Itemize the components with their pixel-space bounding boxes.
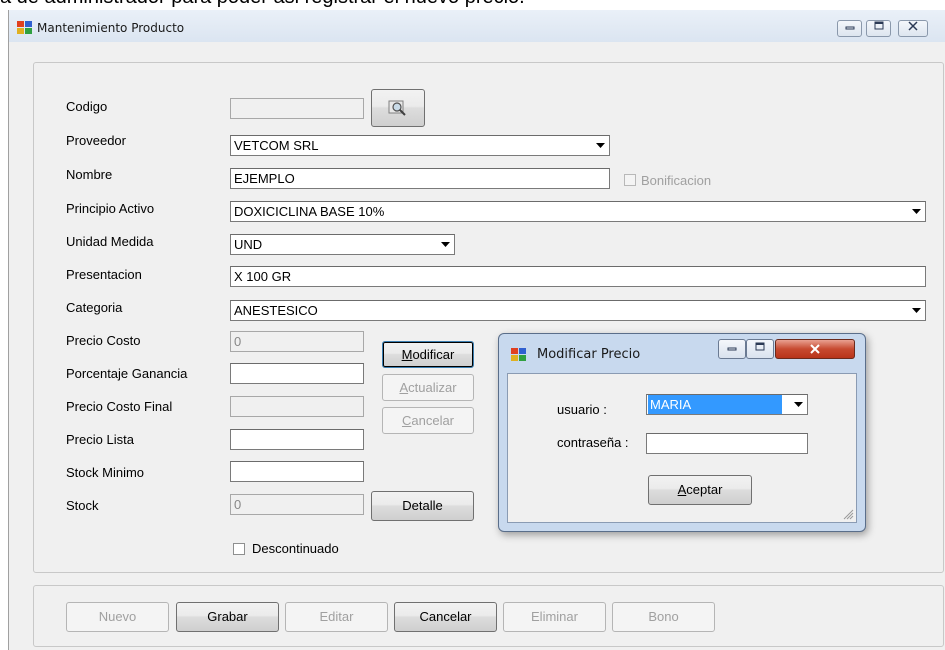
stock-label: Stock	[66, 498, 99, 513]
nombre-label: Nombre	[66, 167, 113, 182]
usuario-label: usuario :	[557, 402, 607, 417]
grabar-button[interactable]: Grabar	[176, 602, 279, 632]
cancelar-precio-button[interactable]: Cancelar	[382, 407, 474, 434]
unidad-medida-dropdown-arrow[interactable]	[438, 237, 452, 252]
usuario-value: MARIA	[648, 395, 782, 414]
cancelar-button[interactable]: Cancelar	[394, 602, 497, 632]
proveedor-combo[interactable]: VETCOM SRL	[230, 135, 610, 156]
eliminar-button[interactable]: Eliminar	[503, 602, 606, 632]
precio-lista-label: Precio Lista	[66, 432, 134, 447]
presentacion-field[interactable]: X 100 GR	[230, 266, 926, 287]
dialog-maximize-button[interactable]	[746, 339, 774, 359]
maximize-button[interactable]	[866, 20, 891, 37]
nuevo-button[interactable]: Nuevo	[66, 602, 169, 632]
categoria-value: ANESTESICO	[234, 303, 318, 318]
modificar-button[interactable]: Modificar	[382, 341, 474, 368]
unidad-medida-combo[interactable]: UND	[230, 234, 455, 255]
window-titlebar[interactable]: Mantenimiento Producto	[9, 10, 945, 42]
minimize-button[interactable]	[837, 20, 862, 37]
porcentaje-ganancia-label: Porcentaje Ganancia	[66, 366, 188, 381]
stock-field: 0	[230, 494, 364, 515]
unidad-medida-value: UND	[234, 237, 263, 252]
dialog-minimize-button[interactable]	[718, 339, 746, 359]
precio-costo-final-label: Precio Costo Final	[66, 399, 173, 414]
mantenimiento-producto-window: Mantenimiento Producto Codigo Proveedor …	[8, 10, 945, 650]
proveedor-dropdown-arrow[interactable]	[593, 138, 607, 153]
chevron-down-icon	[596, 143, 605, 148]
principio-activo-value: DOXICICLINA BASE 10%	[234, 204, 385, 219]
categoria-label: Categoria	[66, 300, 123, 315]
contrasena-label: contraseña :	[557, 435, 629, 450]
background-caption-text: a de administrador para poder asi regist…	[0, 0, 525, 9]
nombre-field[interactable]: EJEMPLO	[230, 168, 610, 189]
editar-button[interactable]: Editar	[285, 602, 388, 632]
precio-lista-field[interactable]	[230, 429, 364, 450]
bonificacion-label: Bonificacion	[641, 173, 712, 188]
minimize-icon	[727, 347, 737, 351]
categoria-combo[interactable]: ANESTESICO	[230, 300, 926, 321]
maximize-icon	[874, 21, 883, 30]
window-title: Mantenimiento Producto	[37, 21, 185, 35]
close-button[interactable]	[898, 20, 928, 37]
bono-button[interactable]: Bono	[612, 602, 715, 632]
actualizar-button[interactable]: Actualizar	[382, 374, 474, 401]
descontinuado-checkbox[interactable]	[233, 543, 245, 555]
principio-activo-combo[interactable]: DOXICICLINA BASE 10%	[230, 201, 926, 222]
chevron-down-icon	[794, 402, 803, 407]
minimize-icon	[845, 26, 854, 30]
resize-grip-icon[interactable]	[842, 508, 854, 520]
codigo-label: Codigo	[66, 99, 108, 114]
aceptar-button[interactable]: Aceptar	[648, 475, 752, 505]
unidad-medida-label: Unidad Medida	[66, 234, 154, 249]
descontinuado-label: Descontinuado	[252, 541, 339, 556]
stock-minimo-field[interactable]	[230, 461, 364, 482]
dialog-app-icon	[511, 348, 527, 362]
proveedor-label: Proveedor	[66, 133, 126, 148]
close-icon	[908, 21, 918, 31]
precio-costo-label: Precio Costo	[66, 333, 141, 348]
contrasena-field[interactable]	[646, 433, 808, 454]
usuario-combo[interactable]: MARIA	[646, 394, 808, 415]
chevron-down-icon	[912, 308, 921, 313]
chevron-down-icon	[441, 242, 450, 247]
categoria-dropdown-arrow[interactable]	[909, 303, 923, 318]
proveedor-value: VETCOM SRL	[234, 138, 319, 153]
usuario-dropdown-arrow[interactable]	[791, 397, 805, 412]
dialog-close-button[interactable]	[775, 339, 855, 359]
precio-costo-field: 0	[230, 331, 364, 352]
app-icon	[17, 21, 33, 35]
modificar-precio-dialog: Modificar Precio usuario : MARIA contras…	[498, 333, 866, 532]
maximize-icon	[755, 342, 765, 351]
porcentaje-ganancia-field[interactable]	[230, 363, 364, 384]
chevron-down-icon	[912, 209, 921, 214]
search-icon	[388, 100, 406, 116]
bonificacion-checkbox	[624, 174, 636, 186]
dialog-body: usuario : MARIA contraseña : Aceptar	[507, 373, 857, 523]
codigo-field	[230, 98, 364, 119]
dialog-title: Modificar Precio	[537, 347, 641, 362]
stock-minimo-label: Stock Minimo	[66, 465, 145, 480]
close-icon	[810, 344, 820, 354]
precio-costo-final-field	[230, 396, 364, 417]
search-codigo-button[interactable]	[371, 89, 425, 127]
principio-activo-label: Principio Activo	[66, 201, 155, 216]
detalle-button[interactable]: Detalle	[371, 491, 474, 521]
presentacion-label: Presentacion	[66, 267, 142, 282]
principio-activo-dropdown-arrow[interactable]	[909, 204, 923, 219]
